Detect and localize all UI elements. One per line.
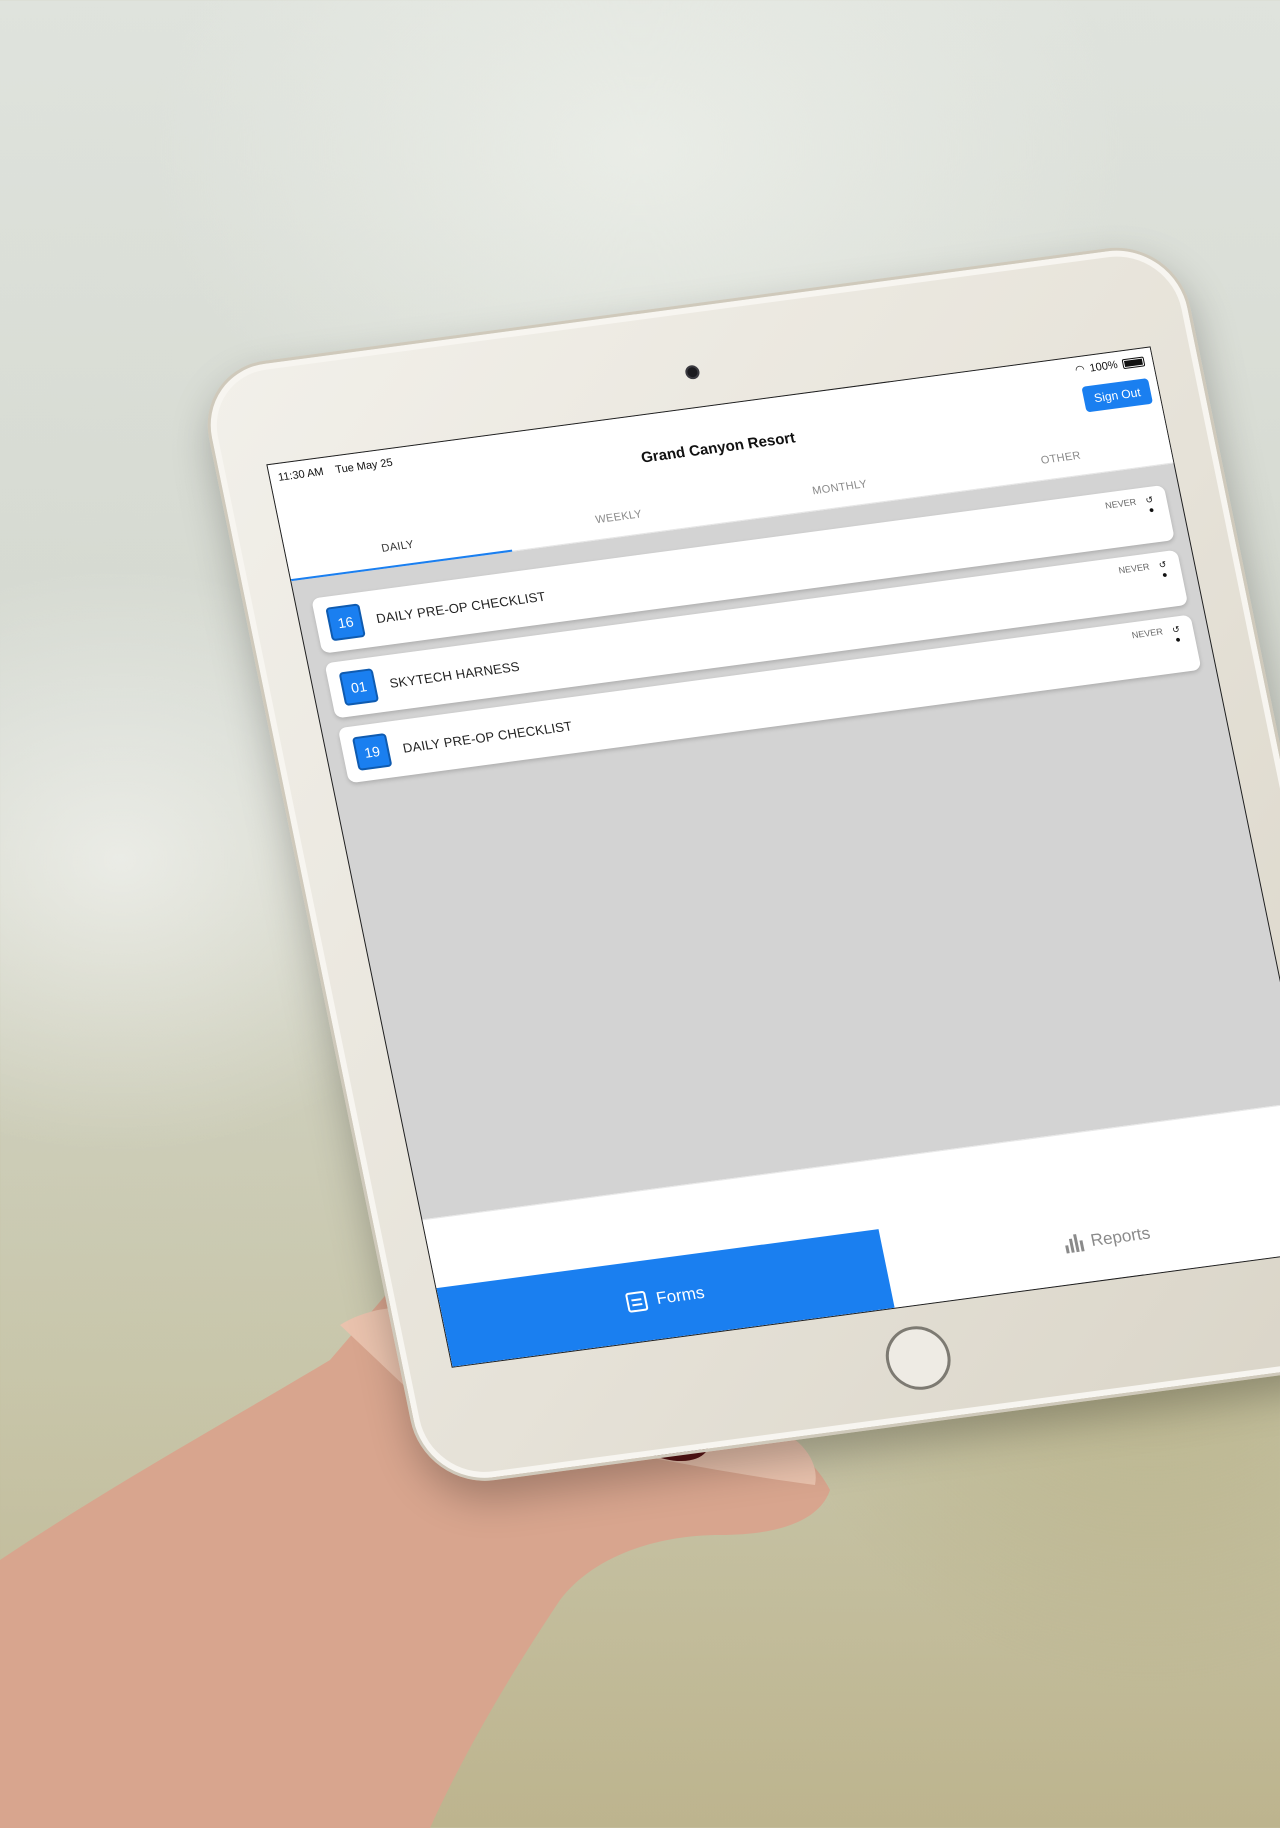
form-number-badge: 19 (351, 732, 393, 771)
nav-forms-label: Forms (654, 1282, 707, 1308)
last-completed-status: NEVER (1117, 561, 1151, 576)
front-camera (684, 364, 701, 381)
nav-forms-button[interactable]: Forms (436, 1229, 895, 1367)
forms-icon (624, 1290, 649, 1313)
status-clock: 11:30 AM (277, 466, 325, 484)
status-indicators: ◠ 100% (1074, 354, 1146, 376)
ipad-device: 11:30 AM Tue May 25 ◠ 100% Grand Canyon … (195, 239, 1280, 1490)
tab-other[interactable]: OTHER (947, 428, 1175, 492)
user-icon: ● (1174, 634, 1182, 645)
tab-weekly[interactable]: WEEKLY (505, 487, 733, 551)
app-screen: 11:30 AM Tue May 25 ◠ 100% Grand Canyon … (266, 346, 1280, 1368)
battery-percent: 100% (1088, 358, 1119, 375)
sign-out-button[interactable]: Sign Out (1081, 378, 1154, 413)
form-name: DAILY PRE-OP CHECKLIST (401, 717, 574, 756)
bar-chart-icon (1063, 1233, 1085, 1254)
last-completed-status: NEVER (1130, 626, 1164, 641)
last-completed-status: NEVER (1104, 496, 1138, 511)
tab-daily[interactable]: DAILY (284, 516, 512, 580)
user-icon: ● (1147, 504, 1156, 516)
status-date: Tue May 25 (334, 456, 394, 477)
form-meta: NEVER ↺ ● (1118, 559, 1171, 585)
user-icon: ● (1161, 569, 1169, 580)
form-meta: NEVER ↺ ● (1131, 624, 1184, 650)
form-name: DAILY PRE-OP CHECKLIST (374, 588, 547, 626)
form-meta: NEVER ↺ ● (1104, 494, 1157, 520)
form-name: SKYTECH HARNESS (388, 658, 521, 691)
status-time: 11:30 AM Tue May 25 (277, 457, 394, 484)
bottom-navigation: Forms Reports (422, 1101, 1280, 1367)
home-button[interactable] (880, 1322, 957, 1394)
nav-reports-button[interactable]: Reports (879, 1170, 1280, 1308)
form-number-badge: 16 (325, 603, 366, 642)
history-icon: ↺ (1157, 559, 1168, 571)
history-icon: ↺ (1171, 624, 1181, 635)
battery-icon (1121, 355, 1146, 369)
wifi-icon: ◠ (1074, 363, 1086, 377)
nav-reports-label: Reports (1088, 1223, 1152, 1250)
form-number-badge: 01 (338, 668, 380, 707)
tab-monthly[interactable]: MONTHLY (726, 457, 954, 521)
history-icon: ↺ (1144, 494, 1155, 506)
